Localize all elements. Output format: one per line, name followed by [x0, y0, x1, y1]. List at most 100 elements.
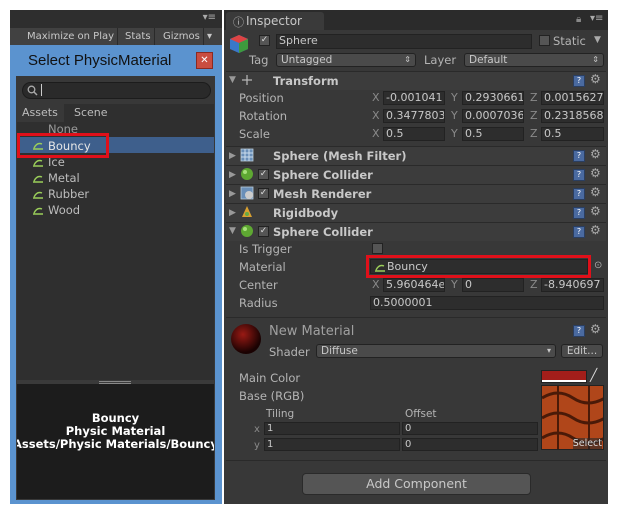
list-item-rubber[interactable]: Rubber: [48, 187, 89, 201]
rotation-y-field[interactable]: 0.0007036: [462, 109, 524, 123]
tab-inspector[interactable]: ⓘ Inspector: [226, 12, 324, 30]
preview-info: Bouncy Physic Material Assets/Physic Mat…: [17, 412, 214, 451]
tab-assets[interactable]: Assets: [22, 104, 58, 122]
rotation-z-field[interactable]: 0.2318568: [541, 109, 604, 123]
tiling-x-field[interactable]: 1: [264, 422, 400, 435]
help-icon[interactable]: ?: [573, 226, 585, 238]
tiling-y-field[interactable]: 1: [264, 438, 400, 451]
scale-x-field[interactable]: 0.5: [383, 127, 445, 141]
shader-label: Shader: [269, 345, 310, 359]
axis-y-label: Y: [451, 127, 458, 140]
axis-z-label: Z: [530, 278, 538, 291]
axis-x-label: X: [372, 278, 380, 291]
object-picker-icon[interactable]: ⊙: [594, 260, 602, 271]
collapse-triangle-icon[interactable]: ▼: [229, 226, 236, 236]
position-z-field[interactable]: 0.0015627: [541, 91, 604, 105]
scale-y-field[interactable]: 0.5: [462, 127, 524, 141]
main-color-label: Main Color: [239, 371, 301, 385]
cube-icon: [230, 35, 248, 53]
axis-y-label: Y: [451, 278, 458, 291]
scale-z-field[interactable]: 0.5: [541, 127, 604, 141]
component-enabled-checkbox[interactable]: ✓: [258, 169, 269, 180]
help-icon[interactable]: ?: [573, 188, 585, 200]
chevron-down-icon[interactable]: ▼: [594, 35, 601, 45]
help-icon[interactable]: ?: [573, 169, 585, 181]
list-icon[interactable]: ▾≡: [203, 12, 216, 23]
active-checkbox[interactable]: ✓: [259, 35, 270, 46]
help-icon[interactable]: ?: [573, 150, 585, 162]
center-z-field[interactable]: -8.940697: [541, 278, 604, 292]
position-x-field[interactable]: -0.001041: [383, 91, 445, 105]
position-y-field[interactable]: 0.2930661: [462, 91, 524, 105]
texture-slot[interactable]: Select: [541, 385, 604, 450]
physic-material-icon: [33, 207, 43, 215]
eyedropper-icon[interactable]: ╱: [590, 368, 597, 382]
search-input[interactable]: [22, 82, 211, 99]
component-title: Sphere Collider: [273, 168, 373, 182]
preview-type: Physic Material: [65, 424, 166, 438]
text-cursor: [41, 84, 42, 96]
center-y-field[interactable]: 0: [462, 278, 524, 292]
add-component-button[interactable]: Add Component: [302, 473, 531, 495]
expand-triangle-icon[interactable]: ▶: [229, 151, 236, 161]
component-title: Mesh Renderer: [273, 187, 372, 201]
shader-value: Diffuse: [321, 345, 358, 357]
rotation-x-field[interactable]: 0.3477803: [383, 109, 445, 123]
expand-triangle-icon[interactable]: ▶: [229, 170, 236, 180]
gear-icon[interactable]: ⚙: [590, 185, 601, 199]
gear-icon[interactable]: ⚙: [590, 322, 601, 336]
gear-icon[interactable]: ⚙: [590, 166, 601, 180]
preview-path: Assets/Physic Materials/Bouncy: [17, 438, 214, 451]
chevron-updown-icon: ⇕: [404, 55, 411, 64]
list-item-metal[interactable]: Metal: [48, 171, 80, 185]
help-icon[interactable]: ?: [573, 207, 585, 219]
radius-field[interactable]: 0.5000001: [370, 296, 604, 310]
sphere-collider-title: Sphere Collider: [273, 225, 373, 239]
tab-scene[interactable]: Scene: [74, 104, 108, 122]
gear-icon[interactable]: ⚙: [590, 223, 601, 237]
expand-triangle-icon[interactable]: ▶: [229, 208, 236, 218]
tag-dropdown[interactable]: Untagged ⇕: [276, 53, 416, 67]
stats-button[interactable]: Stats: [122, 28, 155, 46]
axis-z-label: Z: [530, 91, 538, 104]
lock-icon[interactable]: 🔒︎: [576, 14, 581, 25]
gear-icon[interactable]: ⚙: [590, 147, 601, 161]
gear-icon[interactable]: ⚙: [590, 72, 601, 86]
object-name-input[interactable]: Sphere: [276, 34, 532, 49]
component-enabled-checkbox[interactable]: ✓: [258, 226, 269, 237]
center-x-field[interactable]: 5.960464e: [383, 278, 445, 292]
chevron-down-icon: ▾: [546, 346, 551, 355]
list-item-wood[interactable]: Wood: [48, 203, 80, 217]
gizmos-button[interactable]: Gizmos: [160, 28, 204, 46]
component-enabled-checkbox[interactable]: ✓: [258, 188, 269, 199]
sphere-collider-icon: [241, 225, 253, 237]
expand-triangle-icon[interactable]: ▶: [229, 189, 236, 199]
layer-label: Layer: [424, 53, 457, 67]
gizmos-dropdown-icon[interactable]: ▾: [204, 28, 215, 46]
expand-triangle-icon[interactable]: ▼: [229, 75, 236, 85]
list-icon[interactable]: ▾≡: [590, 13, 603, 24]
texture-select-label[interactable]: Select: [572, 438, 602, 449]
layer-dropdown[interactable]: Default ⇕: [464, 53, 604, 67]
transform-title: Transform: [273, 74, 339, 88]
help-icon[interactable]: ?: [573, 75, 585, 87]
tiling-label: Tiling: [266, 408, 295, 420]
transform-axes-icon: [242, 75, 252, 85]
offset-y-field[interactable]: 0: [402, 438, 538, 451]
edit-shader-button[interactable]: Edit...: [561, 344, 603, 358]
main-color-swatch[interactable]: [541, 370, 587, 383]
asset-list: [17, 122, 214, 380]
window-title: Select PhysicMaterial: [28, 52, 172, 69]
is-trigger-checkbox[interactable]: [372, 243, 383, 254]
static-checkbox[interactable]: [539, 35, 550, 46]
gear-icon[interactable]: ⚙: [590, 204, 601, 218]
component-title: Sphere (Mesh Filter): [273, 149, 407, 163]
help-icon[interactable]: ?: [573, 325, 585, 337]
shader-dropdown[interactable]: Diffuse ▾: [316, 344, 556, 358]
maximize-on-play-button[interactable]: Maximize on Play: [24, 28, 119, 46]
sphere-collider-icon: [241, 168, 253, 180]
axis-y-label: y: [254, 440, 260, 451]
offset-x-field[interactable]: 0: [402, 422, 538, 435]
game-view-tabbar: ▾≡: [10, 10, 222, 29]
close-icon[interactable]: ✕: [196, 52, 213, 69]
